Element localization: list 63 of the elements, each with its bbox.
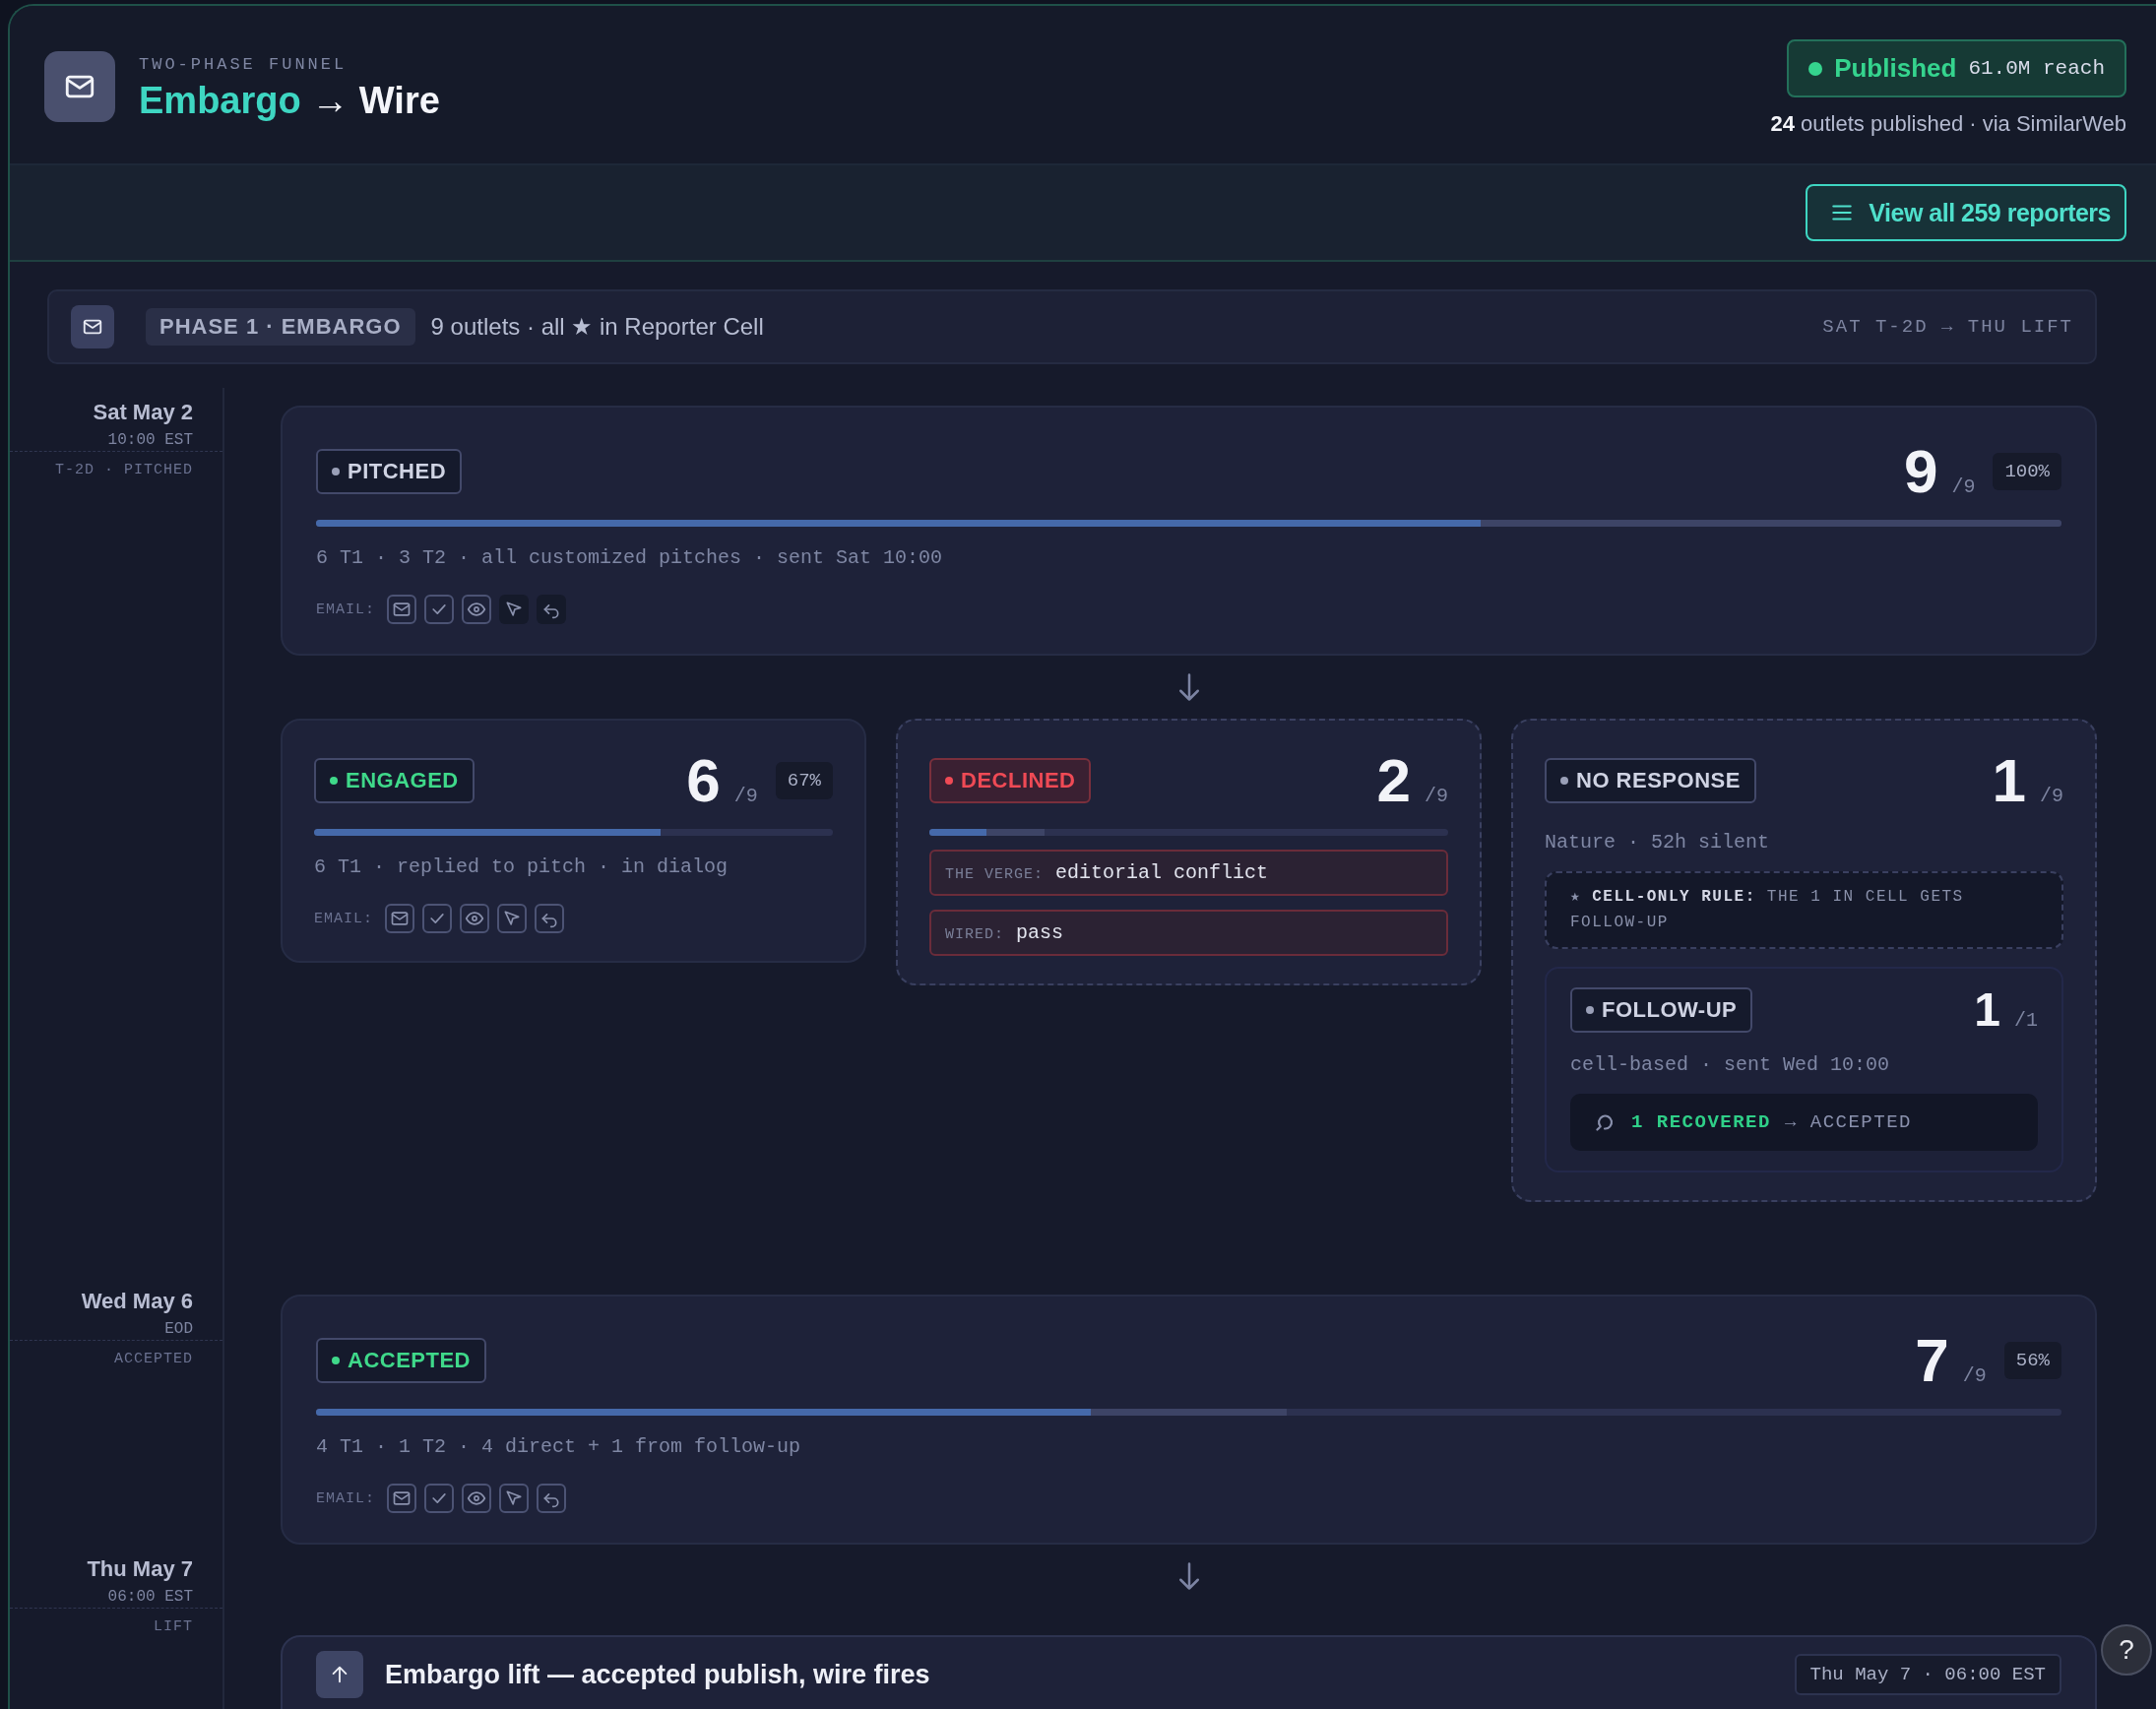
stage-note: cell-based · sent Wed 10:00 [1570,1053,1891,1077]
count-value: 1 [1974,986,2000,1035]
stage-note: Nature · 52h silent [1545,831,1771,854]
date-label: Thu May 7 [87,1556,193,1583]
total-value: /1 [2014,1009,2038,1033]
email-label: EMAIL: [314,910,373,927]
status-label: Published [1834,53,1957,84]
percent-badge: 56% [2003,1342,2061,1380]
status-chip: ENGAGED [314,758,475,803]
dot-icon [1560,777,1568,785]
total-value: /9 [1962,1364,1987,1388]
outlet-label: THE VERGE: [945,866,1044,883]
status-dot-icon [1808,61,1823,76]
reason-text: editorial conflict [1055,861,1269,884]
count-value: 2 [1376,750,1411,811]
result-label: → ACCEPTED [1784,1111,1912,1134]
stage-note: 6 T1 · replied to pitch · in dialog [314,855,729,878]
eyebrow-label: TWO-PHASE FUNNEL [139,55,349,74]
time-badge: Thu May 7 · 06:00 EST [1794,1654,2061,1696]
dot-icon [945,777,953,785]
view-reporters-button[interactable]: View all 259 reporters [1806,184,2126,241]
outlet-label: WIRED: [945,926,1004,943]
count-value: 6 [686,750,721,811]
dot-icon [332,1357,340,1365]
status-chip: DECLINED [929,758,1092,803]
phase-summary: 9 outlets · all ★ in Reporter Cell [430,313,764,341]
dot-icon [330,777,338,785]
phase-range: SAT T-2D → THU LIFT [1822,316,2073,338]
email-label: EMAIL: [316,601,375,618]
count-value: 9 [1903,441,1938,502]
total-value: /9 [1425,785,1448,807]
dot-icon [332,468,340,475]
phase-label: PHASE 1 · EMBARGO [146,308,415,346]
total-value: /9 [1951,475,1976,498]
stage-note: 6 T1 · 3 T2 · all customized pitches · sent Sat 10:00 [316,546,944,569]
total-value: /9 [2040,785,2063,807]
status-chip: PITCHED [316,449,463,494]
time-label: 06:00 EST [107,1588,193,1607]
time-label: EOD [164,1320,193,1339]
status-chip: ACCEPTED [316,1338,486,1384]
reason-text: pass [1016,921,1064,944]
status-chip: FOLLOW-UP [1570,987,1753,1034]
percent-badge: 67% [775,762,833,799]
count-value: 1 [1992,750,2026,811]
date-label: Sat May 2 [93,400,193,425]
summary-text: 24 outlets published · via SimilarWeb [1770,111,2126,137]
stage-tag: LIFT [154,1618,193,1636]
recovered-label: 1 RECOVERED [1631,1111,1771,1134]
email-label: EMAIL: [316,1489,375,1507]
reach-label: 61.0M reach [1968,57,2105,80]
stage-note: 4 T1 · 1 T2 · 4 direct + 1 from follow-up [316,1435,802,1459]
date-label: Wed May 6 [81,1289,193,1315]
rule-note: ★ CELL-ONLY RULE: THE 1 IN CELL GETS FOLLOW-UP [1545,871,2063,950]
percent-badge: 100% [1993,453,2061,490]
page-title: Embargo → Wire [139,80,440,122]
total-value: /9 [733,785,758,807]
time-label: 10:00 EST [107,431,193,449]
dot-icon [1586,1006,1594,1015]
status-chip: NO RESPONSE [1545,758,1756,803]
lift-title: Embargo lift — accepted publish, wire fires [385,1659,930,1690]
stage-tag: T-2D · PITCHED [54,462,193,478]
stage-tag: ACCEPTED [114,1351,193,1368]
count-value: 7 [1915,1330,1949,1392]
